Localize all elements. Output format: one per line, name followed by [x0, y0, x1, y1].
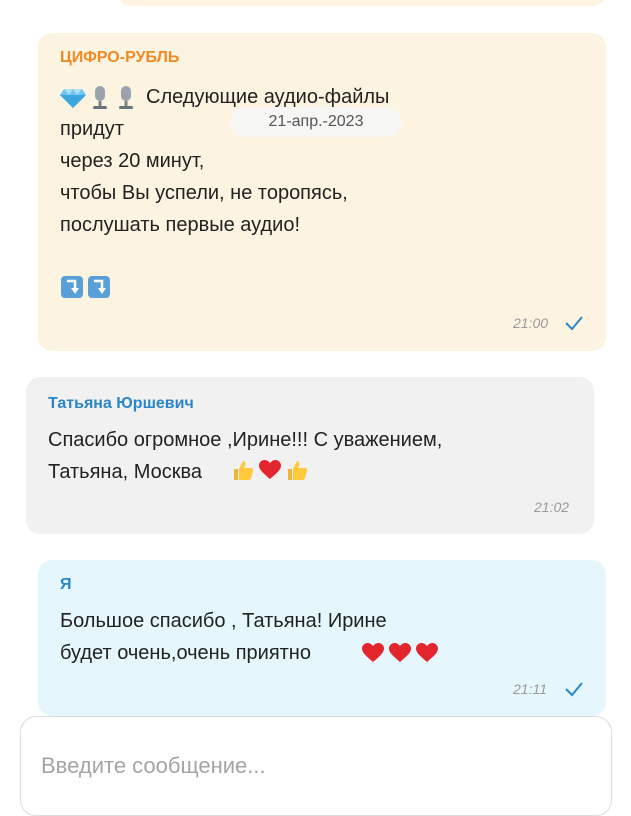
previous-message-bubble: [118, 0, 606, 6]
message-text-line: будет очень,очень приятно: [60, 642, 311, 664]
thumbs-up-icon: [288, 461, 308, 480]
channel-message-bubble[interactable]: ЦИФРО-РУБЛЬ Следующие аудио-файлы придут…: [38, 33, 606, 351]
sent-check-icon: [565, 316, 583, 331]
arrow-down-icon: [61, 276, 83, 298]
heart-icon: [362, 643, 384, 662]
incoming-message-bubble[interactable]: Татьяна Юршевич Спасибо огромное ,Ирине!…: [26, 377, 594, 534]
message-time: 21:00: [513, 315, 549, 331]
incoming-emoji-row: [231, 458, 309, 482]
message-time: 21:11: [513, 681, 547, 697]
arrow-emoji-row: [60, 275, 111, 299]
arrow-down-icon: [88, 276, 110, 298]
sender-name[interactable]: Татьяна Юршевич: [48, 395, 194, 413]
microphone-icon: [119, 86, 133, 109]
sender-name[interactable]: ЦИФРО-РУБЛЬ: [60, 49, 179, 67]
microphone-icon: [93, 86, 107, 109]
message-text-line: Большое спасибо , Татьяна! Ирине: [60, 610, 387, 632]
gem-icon: [60, 89, 86, 108]
heart-icon: [389, 643, 411, 662]
sender-name: Я: [60, 576, 72, 593]
message-composer: [20, 716, 612, 816]
heart-icon: [416, 643, 438, 662]
sent-check-icon: [565, 682, 583, 697]
date-chip: 21-апр.-2023: [230, 107, 402, 137]
own-message-bubble[interactable]: Я Большое спасибо , Татьяна! Ирине будет…: [38, 560, 606, 716]
channel-emoji-row: [60, 85, 138, 111]
thumbs-up-icon: [234, 461, 254, 480]
message-time: 21:02: [534, 499, 570, 515]
message-input[interactable]: [39, 747, 583, 785]
own-emoji-row: [361, 641, 439, 665]
heart-icon: [259, 460, 281, 479]
